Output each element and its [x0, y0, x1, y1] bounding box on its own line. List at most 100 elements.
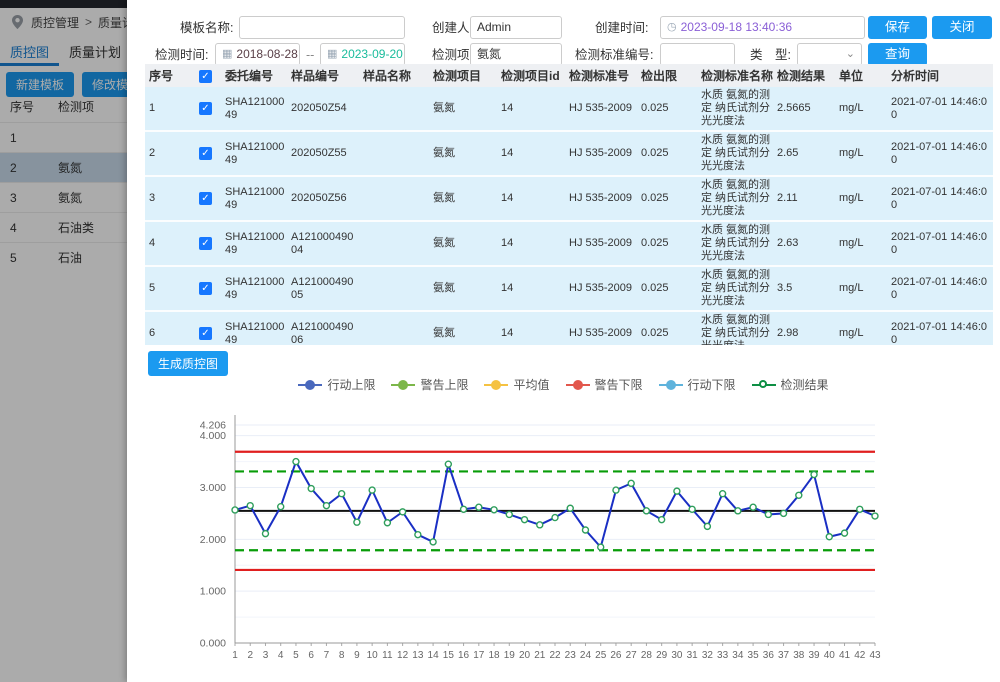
- calendar-icon: ▦: [222, 49, 232, 60]
- type-label: 类 型:: [750, 44, 791, 66]
- close-button[interactable]: 关闭: [932, 16, 992, 39]
- row-checkbox-cell[interactable]: ✓: [195, 221, 221, 266]
- legend-item[interactable]: 警告上限: [391, 376, 468, 393]
- table-cell: 2.65: [773, 131, 835, 176]
- table-row: 2✓SHA12100049202050Z55氨氮14HJ 535-20090.0…: [145, 131, 993, 176]
- x-tick-label: 4: [278, 650, 284, 661]
- table-cell: [359, 176, 429, 221]
- app-window: 质控管理 > 质量计划 质控图 质量计划 新建模板 修改模板 序号 检测项 12…: [0, 0, 1000, 682]
- x-tick-label: 13: [412, 650, 424, 661]
- legend-item[interactable]: 平均值: [484, 376, 549, 393]
- data-point-marker: [354, 519, 360, 525]
- results-table-wrap[interactable]: 序号✓委托编号样品编号样品名称检测项目检测项目id检测标准号检出限检测标准名称检…: [145, 64, 993, 345]
- legend-label: 警告上限: [420, 376, 468, 393]
- table-row: 1✓SHA12100049202050Z54氨氮14HJ 535-20090.0…: [145, 87, 993, 131]
- table-cell: 14: [497, 176, 565, 221]
- data-point-marker: [598, 544, 604, 550]
- select-all-checkbox-cell[interactable]: ✓: [195, 64, 221, 87]
- date-to-input[interactable]: ▦2023-09-20: [320, 43, 405, 66]
- table-cell: 3.5: [773, 266, 835, 311]
- x-tick-label: 5: [293, 650, 299, 661]
- table-cell: 2021-07-01 14:46:00: [887, 87, 993, 131]
- x-tick-label: 15: [443, 650, 455, 661]
- row-checkbox[interactable]: ✓: [199, 192, 212, 205]
- legend-item[interactable]: 检测结果: [752, 376, 829, 393]
- table-cell: 水质 氨氮的测定 纳氏试剂分光光度法: [697, 176, 773, 221]
- row-checkbox-cell[interactable]: ✓: [195, 131, 221, 176]
- table-cell: HJ 535-2009: [565, 221, 637, 266]
- legend-item[interactable]: 行动下限: [659, 376, 736, 393]
- creator-input[interactable]: Admin: [470, 16, 562, 39]
- table-cell: 氨氮: [429, 311, 497, 345]
- legend-item[interactable]: 警告下限: [566, 376, 643, 393]
- column-header: 检测结果: [773, 64, 835, 87]
- row-checkbox-cell[interactable]: ✓: [195, 87, 221, 131]
- row-checkbox-cell[interactable]: ✓: [195, 266, 221, 311]
- generate-qc-chart-button[interactable]: 生成质控图: [148, 351, 228, 376]
- table-cell: 水质 氨氮的测定 纳氏试剂分光光度法: [697, 221, 773, 266]
- x-tick-label: 3: [263, 650, 269, 661]
- legend-label: 检测结果: [781, 376, 829, 393]
- modal-overlay: [0, 0, 127, 682]
- data-point-marker: [781, 510, 787, 516]
- data-point-marker: [400, 509, 406, 515]
- date-to-value: 2023-09-20: [341, 44, 402, 65]
- table-cell: [359, 311, 429, 345]
- table-cell: SHA12100049: [221, 87, 287, 131]
- x-tick-label: 9: [354, 650, 360, 661]
- x-tick-label: 10: [367, 650, 379, 661]
- data-point-marker: [857, 506, 863, 512]
- row-checkbox-cell[interactable]: ✓: [195, 311, 221, 345]
- row-checkbox[interactable]: ✓: [199, 147, 212, 160]
- select-all-checkbox[interactable]: ✓: [199, 70, 212, 83]
- creator-label: 创建人:: [432, 17, 473, 39]
- table-cell: 2.5665: [773, 87, 835, 131]
- data-point-marker: [750, 504, 756, 510]
- data-point-marker: [537, 522, 543, 528]
- table-cell: HJ 535-2009: [565, 131, 637, 176]
- table-cell: 水质 氨氮的测定 纳氏试剂分光光度法: [697, 87, 773, 131]
- table-cell: 0.025: [637, 87, 697, 131]
- date-from-input[interactable]: ▦2018-08-28: [215, 43, 300, 66]
- data-point-marker: [430, 539, 436, 545]
- table-row: 5✓SHA12100049A12100049005氨氮14HJ 535-2009…: [145, 266, 993, 311]
- legend-marker-icon: [659, 380, 683, 390]
- legend-label: 警告下限: [595, 376, 643, 393]
- data-point-marker: [339, 491, 345, 497]
- table-cell: 2.63: [773, 221, 835, 266]
- save-button[interactable]: 保存: [868, 16, 927, 39]
- x-tick-label: 12: [397, 650, 409, 661]
- column-header: 样品名称: [359, 64, 429, 87]
- row-checkbox[interactable]: ✓: [199, 237, 212, 250]
- table-cell: A12100049005: [287, 266, 359, 311]
- table-cell: 3: [145, 176, 195, 221]
- row-checkbox[interactable]: ✓: [199, 282, 212, 295]
- data-point-marker: [643, 508, 649, 514]
- x-tick-label: 11: [382, 650, 393, 661]
- template-name-input[interactable]: [239, 16, 405, 39]
- table-cell: 2021-07-01 14:46:00: [887, 131, 993, 176]
- table-cell: 水质 氨氮的测定 纳氏试剂分光光度法: [697, 131, 773, 176]
- type-select[interactable]: ⌄: [797, 43, 862, 66]
- qc-template-dialog: 模板名称: 创建人: Admin 创建时间: ◷2023-09-18 13:40…: [127, 0, 1000, 682]
- table-row: 3✓SHA12100049202050Z56氨氮14HJ 535-20090.0…: [145, 176, 993, 221]
- row-checkbox[interactable]: ✓: [199, 102, 212, 115]
- data-point-marker: [674, 488, 680, 494]
- query-button[interactable]: 查询: [868, 43, 927, 66]
- create-time-input[interactable]: ◷2023-09-18 13:40:36: [660, 16, 865, 39]
- row-checkbox[interactable]: ✓: [199, 327, 212, 340]
- row-checkbox-cell[interactable]: ✓: [195, 176, 221, 221]
- data-point-marker: [323, 503, 329, 509]
- test-item-input[interactable]: 氨氮: [470, 43, 562, 66]
- data-point-marker: [842, 530, 848, 536]
- table-cell: A12100049004: [287, 221, 359, 266]
- column-header: 单位: [835, 64, 887, 87]
- standard-no-input[interactable]: [660, 43, 735, 66]
- legend-item[interactable]: 行动上限: [298, 376, 375, 393]
- table-cell: 4: [145, 221, 195, 266]
- legend-marker-icon: [566, 380, 590, 390]
- table-cell: mg/L: [835, 131, 887, 176]
- data-point-marker: [384, 520, 390, 526]
- x-tick-label: 14: [428, 650, 440, 661]
- data-point-marker: [582, 527, 588, 533]
